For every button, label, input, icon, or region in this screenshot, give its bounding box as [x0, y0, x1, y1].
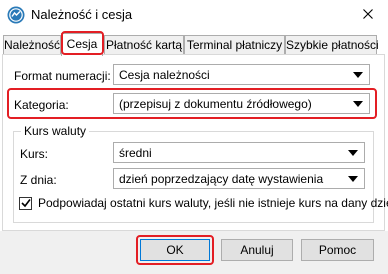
app-logo-icon	[7, 6, 25, 24]
checkmark-icon	[20, 197, 31, 211]
day-select[interactable]: dzień poprzedzający datę wystawienia	[113, 168, 365, 189]
title-bar: Należność i cesja	[0, 0, 388, 30]
format-select[interactable]: Cesja należności	[113, 64, 370, 85]
rate-select[interactable]: średni	[113, 142, 365, 163]
close-button[interactable]	[347, 0, 388, 30]
category-highlight	[7, 88, 377, 119]
suggest-rate-label: Podpowiadaj ostatni kurs waluty, jeśli n…	[38, 196, 388, 210]
tab-highlight	[61, 31, 104, 55]
chevron-down-icon	[353, 72, 363, 78]
format-value: Cesja należności	[119, 68, 210, 82]
tab-strip: Należność Cesja Płatność kartą Terminal …	[0, 33, 388, 56]
tab-naleznosc[interactable]: Należność	[3, 35, 61, 54]
rate-value: średni	[119, 146, 152, 160]
day-value: dzień poprzedzający datę wystawienia	[119, 172, 324, 186]
tab-szybkie-platnosci[interactable]: Szybkie płatności	[285, 35, 379, 54]
window-title: Należność i cesja	[31, 7, 133, 22]
exchange-group-title: Kurs waluty	[21, 124, 90, 138]
ok-highlight	[136, 235, 214, 265]
format-label: Format numeracji:	[14, 69, 111, 83]
tab-platnosc-karta[interactable]: Płatność kartą	[104, 35, 184, 54]
rate-label: Kurs:	[20, 147, 49, 161]
close-icon	[362, 8, 373, 22]
suggest-rate-checkbox[interactable]	[19, 197, 32, 210]
tab-terminal-platniczy[interactable]: Terminal płatniczy	[184, 35, 285, 54]
day-label: Z dnia:	[20, 173, 57, 187]
chevron-down-icon	[348, 150, 358, 156]
cancel-button[interactable]: Anuluj	[221, 239, 293, 261]
help-button[interactable]: Pomoc	[301, 239, 374, 261]
chevron-down-icon	[348, 176, 358, 182]
